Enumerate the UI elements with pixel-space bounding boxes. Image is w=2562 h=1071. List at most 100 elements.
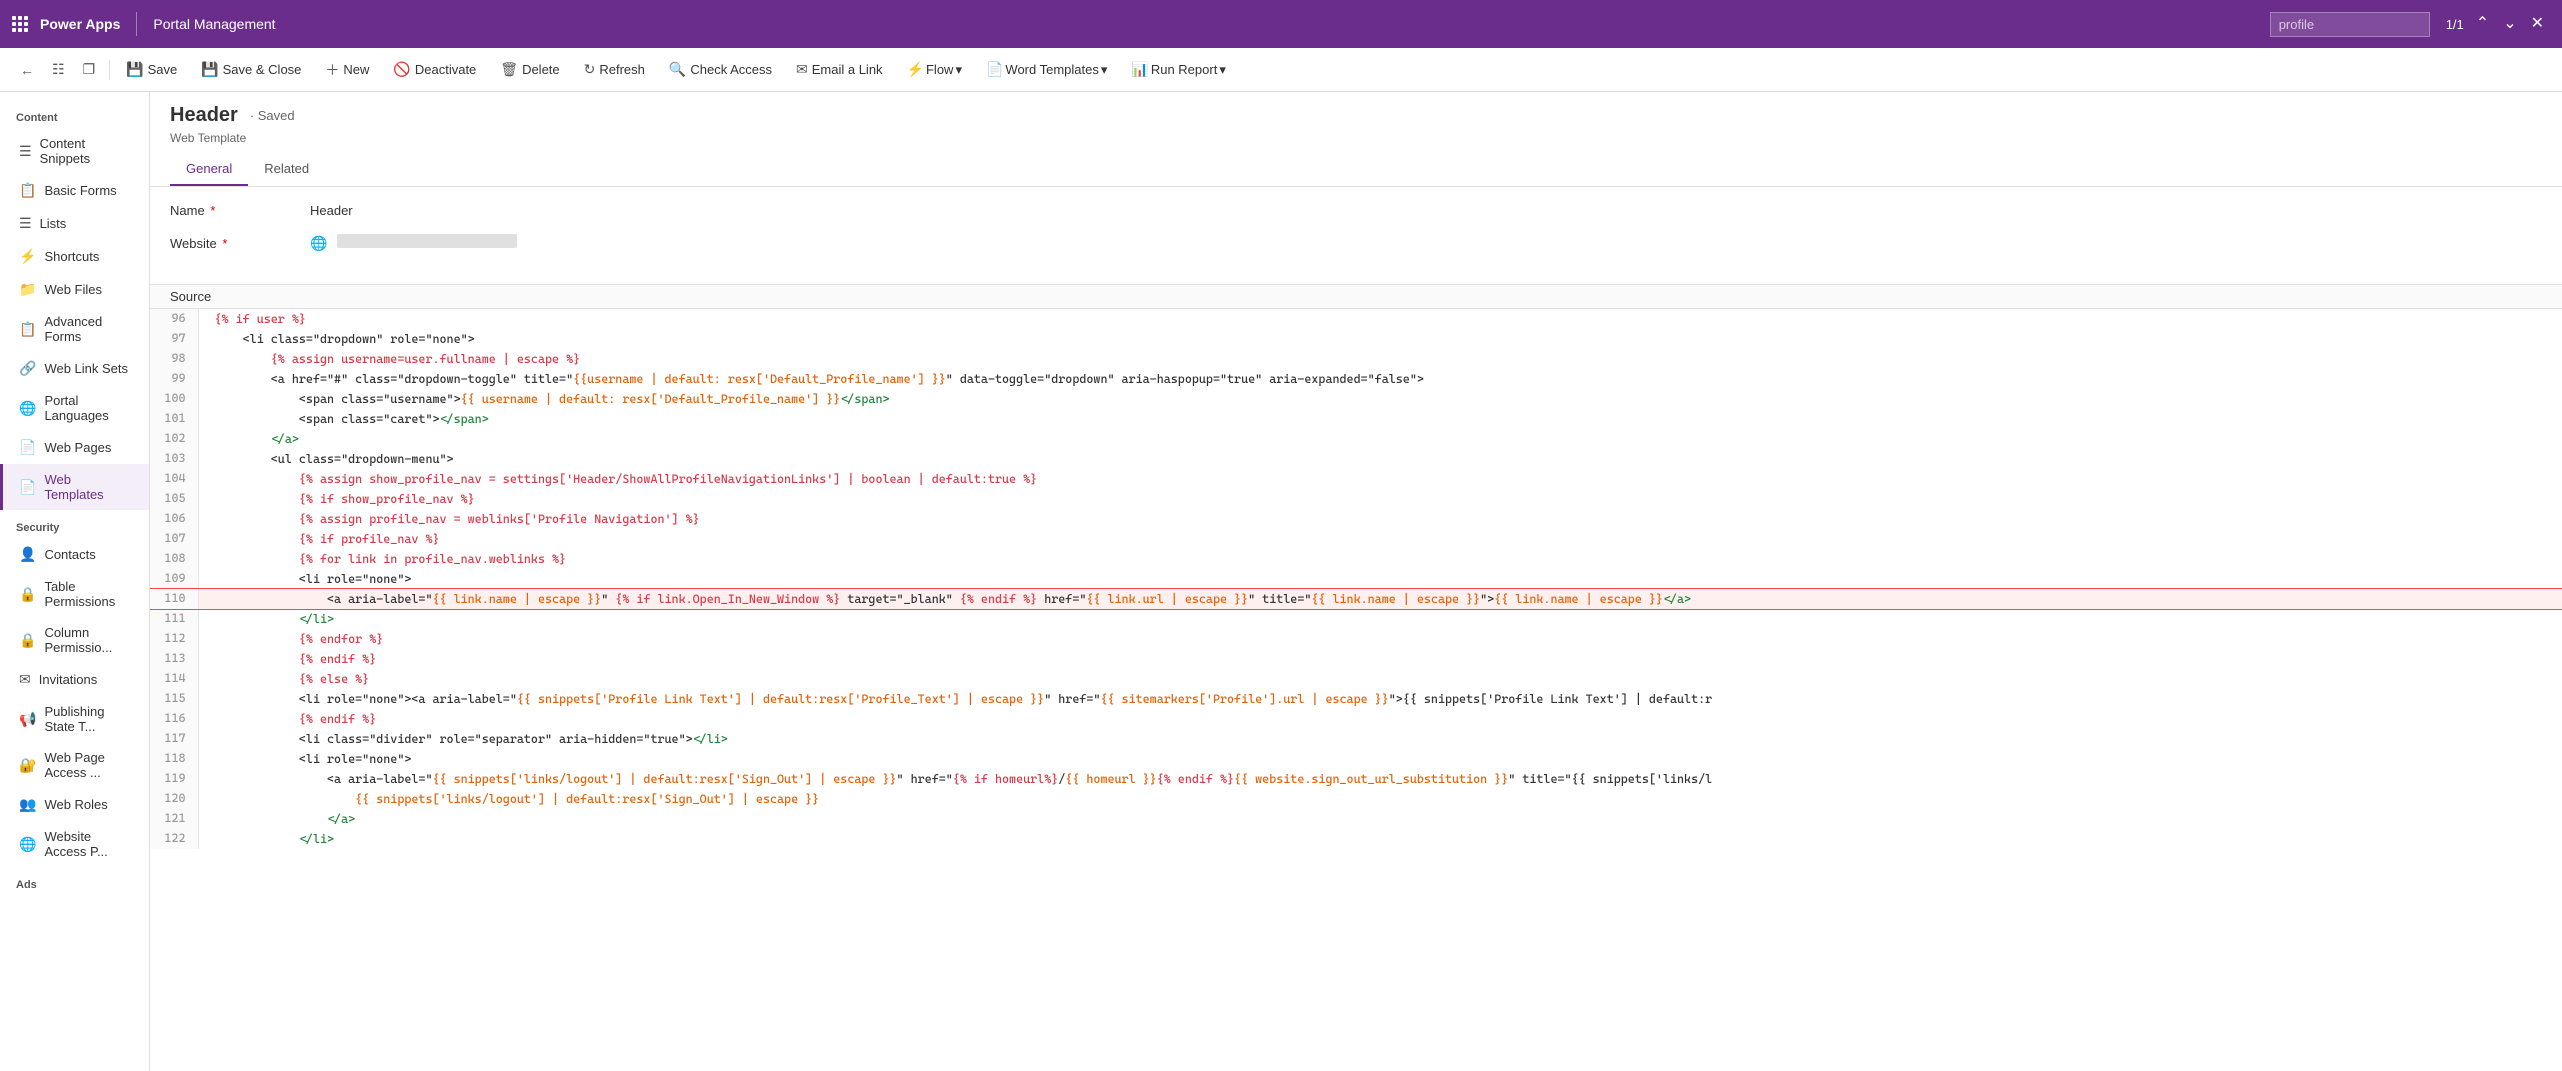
name-field-row: Name * Header [170, 203, 2542, 218]
sidebar-item-shortcuts[interactable]: ⚡ Shortcuts [0, 240, 149, 273]
tab-general[interactable]: General [170, 153, 248, 186]
back-button[interactable]: ← [12, 56, 42, 84]
app-logo: Power Apps [40, 16, 120, 32]
nav-buttons: ← ☷ ❐ [12, 55, 103, 84]
security-section-label: Security [0, 510, 149, 538]
form-saved-status: · Saved [250, 108, 295, 123]
website-field-row: Website * 🌐 [170, 234, 2542, 252]
flow-button[interactable]: ⚡ Flow ▾ [897, 55, 972, 84]
detail-button[interactable]: ☷ [44, 55, 73, 84]
column-permissions-icon: 🔒 [19, 632, 36, 649]
search-input[interactable] [2270, 12, 2430, 37]
sidebar: Content ☰ Content Snippets 📋 Basic Forms… [0, 92, 150, 1071]
form-header: Header · Saved Web Template General Rela… [150, 92, 2562, 187]
table-permissions-icon: 🔒 [19, 586, 36, 603]
refresh-button[interactable]: ↻ Refresh [574, 55, 655, 84]
sidebar-item-label: Shortcuts [44, 249, 99, 264]
delete-button[interactable]: 🗑 Delete [490, 55, 569, 84]
search-next-button[interactable]: ⌄ [2497, 12, 2522, 36]
sidebar-item-web-roles[interactable]: 👥 Web Roles [0, 788, 149, 821]
sidebar-item-invitations[interactable]: ✉ Invitations [0, 663, 149, 696]
cmd-sep-1 [109, 60, 110, 80]
website-access-icon: 🌐 [19, 836, 36, 853]
check-access-button[interactable]: 🔍 Check Access [659, 55, 782, 84]
portal-languages-icon: 🌐 [19, 400, 36, 417]
web-roles-icon: 👥 [19, 796, 36, 813]
run-report-icon: 📊 [1131, 61, 1148, 78]
email-link-button[interactable]: ✉ Email a Link [786, 55, 893, 84]
flow-icon: ⚡ [907, 61, 924, 78]
command-bar: ← ☷ ❐ 💾 Save 💾 Save & Close ＋ New 🚫 Deac… [0, 48, 2562, 92]
line-number: 99 [150, 369, 198, 389]
sidebar-item-publishing-state[interactable]: 📢 Publishing State T... [0, 696, 149, 742]
save-button[interactable]: 💾 Save [116, 55, 187, 84]
sidebar-item-web-page-access[interactable]: 🔐 Web Page Access ... [0, 742, 149, 788]
line-code: <span class="caret"></span> [198, 409, 2562, 429]
sidebar-item-label: Contacts [44, 547, 95, 562]
flow-chevron-icon: ▾ [955, 62, 962, 78]
line-code: <li class="dropdown" role="none"> [198, 329, 2562, 349]
run-report-button[interactable]: 📊 Run Report ▾ [1121, 55, 1235, 84]
line-code: <a aria-label="{{ link.name | escape }}"… [198, 589, 2562, 609]
sidebar-item-advanced-forms[interactable]: 📋 Advanced Forms [0, 306, 149, 352]
sidebar-item-label: Web Roles [44, 797, 107, 812]
search-prev-button[interactable]: ⌃ [2470, 12, 2495, 36]
delete-icon: 🗑 [500, 61, 518, 78]
new-button[interactable]: ＋ New [315, 54, 379, 86]
contacts-icon: 👤 [19, 546, 36, 563]
content-section-label: Content [0, 100, 149, 128]
sidebar-item-lists[interactable]: ☰ Lists [0, 207, 149, 240]
line-number: 108 [150, 549, 198, 569]
sidebar-item-basic-forms[interactable]: 📋 Basic Forms [0, 174, 149, 207]
name-value[interactable]: Header [310, 203, 2542, 218]
main-layout: Content ☰ Content Snippets 📋 Basic Forms… [0, 92, 2562, 1071]
sidebar-item-web-pages[interactable]: 📄 Web Pages [0, 431, 149, 464]
deactivate-button[interactable]: 🚫 Deactivate [383, 55, 486, 84]
sidebar-item-portal-languages[interactable]: 🌐 Portal Languages [0, 385, 149, 431]
code-table: 96{% if user %}97 <li class="dropdown" r… [150, 309, 2562, 849]
search-nav: 1/1 ⌃ ⌄ ✕ [2442, 12, 2550, 36]
line-code: {% if profile_nav %} [198, 529, 2562, 549]
save-close-icon: 💾 [201, 61, 218, 78]
sidebar-item-website-access[interactable]: 🌐 Website Access P... [0, 821, 149, 867]
name-label: Name * [170, 203, 310, 218]
tab-related[interactable]: Related [248, 153, 325, 186]
line-number: 102 [150, 429, 198, 449]
sidebar-item-table-permissions[interactable]: 🔒 Table Permissions [0, 571, 149, 617]
sidebar-item-column-permissions[interactable]: 🔒 Column Permissio... [0, 617, 149, 663]
save-close-button[interactable]: 💾 Save & Close [191, 55, 311, 84]
word-templates-button[interactable]: 📄 Word Templates ▾ [976, 55, 1117, 84]
line-number: 110 [150, 589, 198, 609]
expand-button[interactable]: ❐ [75, 55, 104, 84]
sidebar-item-web-link-sets[interactable]: 🔗 Web Link Sets [0, 352, 149, 385]
search-close-button[interactable]: ✕ [2525, 12, 2550, 36]
line-code: <li role="none"> [198, 749, 2562, 769]
line-code: {% assign profile_nav = weblinks['Profil… [198, 509, 2562, 529]
source-label: Source [150, 284, 2562, 309]
sidebar-item-label: Lists [40, 216, 67, 231]
code-editor[interactable]: 96{% if user %}97 <li class="dropdown" r… [150, 309, 2562, 1071]
sidebar-item-label: Table Permissions [44, 579, 133, 609]
line-number: 113 [150, 649, 198, 669]
shortcuts-icon: ⚡ [19, 248, 36, 265]
web-link-sets-icon: 🔗 [19, 360, 36, 377]
line-number: 97 [150, 329, 198, 349]
search-count: 1/1 [2442, 17, 2468, 32]
sidebar-item-content-snippets[interactable]: ☰ Content Snippets [0, 128, 149, 174]
line-code: </li> [198, 829, 2562, 849]
sidebar-item-web-templates[interactable]: 📄 Web Templates [0, 464, 149, 510]
sidebar-item-label: Web Link Sets [44, 361, 128, 376]
globe-icon: 🌐 [310, 235, 327, 251]
word-icon: 📄 [986, 61, 1003, 78]
line-number: 105 [150, 489, 198, 509]
website-value[interactable]: 🌐 [310, 234, 2542, 252]
sidebar-item-web-files[interactable]: 📁 Web Files [0, 273, 149, 306]
app-grid-icon[interactable] [12, 16, 28, 32]
line-code: {% endif %} [198, 649, 2562, 669]
line-number: 120 [150, 789, 198, 809]
form-subtitle: Web Template [170, 131, 2542, 145]
sidebar-item-label: Web Templates [44, 472, 133, 502]
sidebar-item-contacts[interactable]: 👤 Contacts [0, 538, 149, 571]
sidebar-item-label: Web Files [44, 282, 102, 297]
form-title: Header [170, 104, 238, 127]
